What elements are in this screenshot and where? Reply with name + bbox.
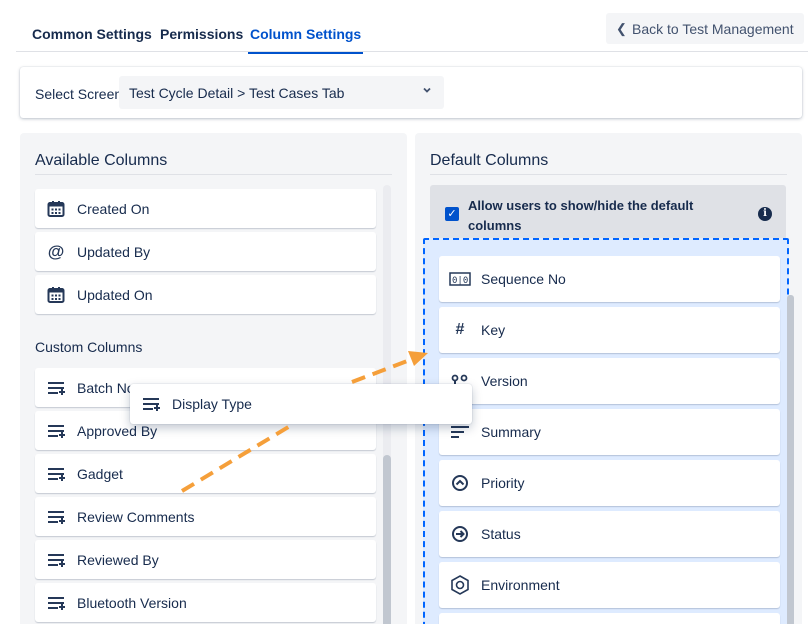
custom-item-label: Gadget	[77, 465, 123, 482]
calendar-icon	[35, 286, 77, 304]
dragging-item-display-type[interactable]: Display Type	[130, 384, 472, 424]
custom-item-label: Batch No	[77, 379, 135, 396]
priority-icon	[439, 474, 481, 492]
custom-columns-label: Custom Columns	[35, 339, 143, 355]
summary-icon	[439, 425, 481, 439]
at-icon: @	[47, 241, 65, 261]
allow-show-hide-checkbox[interactable]: ✓	[445, 207, 459, 221]
custom-item-gadget[interactable]: Gadget	[35, 454, 376, 493]
list-add-icon	[35, 552, 77, 568]
default-item-label: Version	[481, 373, 528, 389]
list-add-icon	[35, 595, 77, 611]
tab-permissions[interactable]: Permissions	[160, 26, 243, 42]
list-add-icon	[130, 396, 172, 412]
available-columns-title: Available Columns	[35, 152, 168, 169]
default-columns-drop-zone[interactable]: 0|0 Sequence No # Key Version Summary Pr…	[423, 238, 794, 624]
svg-text:0|0: 0|0	[452, 276, 468, 286]
available-item-label: Created On	[77, 200, 150, 217]
default-item-label: Priority	[481, 475, 525, 491]
available-item-updated-by[interactable]: @ Updated By	[35, 232, 376, 271]
available-item-created-on[interactable]: Created On	[35, 189, 376, 228]
default-item-version[interactable]: Version	[439, 358, 780, 404]
default-columns-title: Default Columns	[430, 152, 549, 169]
scrollbar-thumb[interactable]	[383, 455, 391, 624]
default-columns-panel: Default Columns ✓ Allow users to show/hi…	[415, 133, 802, 624]
dragging-item-label: Display Type	[172, 396, 252, 412]
available-item-label: Updated On	[77, 286, 153, 303]
default-item-label: Environment	[481, 577, 560, 593]
divider	[35, 174, 392, 175]
default-item-label: Status	[481, 526, 521, 542]
default-columns-scrollbar[interactable]	[787, 295, 794, 624]
default-item-key[interactable]: # Key	[439, 307, 780, 353]
default-item-status[interactable]: Status	[439, 511, 780, 557]
info-icon[interactable]: i	[758, 207, 772, 221]
available-item-updated-on[interactable]: Updated On	[35, 275, 376, 314]
calendar-icon	[35, 200, 77, 218]
list-add-icon	[35, 509, 77, 525]
tab-common-settings[interactable]: Common Settings	[32, 26, 152, 42]
custom-item-bluetooth-version[interactable]: Bluetooth Version	[35, 583, 376, 622]
status-icon	[439, 525, 481, 543]
list-add-icon	[35, 466, 77, 482]
select-screen-card: Select Screen Test Cycle Detail > Test C…	[20, 67, 802, 118]
list-add-icon	[35, 380, 77, 396]
back-button-label: Back to Test Management	[632, 20, 794, 37]
tab-column-settings[interactable]: Column Settings	[247, 26, 364, 54]
divider	[430, 174, 787, 175]
custom-item-label: Approved By	[77, 422, 158, 439]
default-item-priority[interactable]: Priority	[439, 460, 780, 506]
default-item-label: Summary	[481, 424, 541, 440]
column-settings-page: Common Settings Permissions Column Setti…	[0, 0, 808, 624]
custom-item-label: Bluetooth Version	[77, 594, 187, 611]
list-add-icon	[35, 423, 77, 439]
available-columns-panel: Available Columns Created On @ Updated B…	[20, 133, 407, 624]
allow-show-hide-label: Allow users to show/hide the default col…	[468, 198, 694, 233]
hash-icon: #	[455, 321, 465, 338]
allow-show-hide-option: ✓ Allow users to show/hide the default c…	[430, 185, 786, 240]
custom-item-label: Review Comments	[77, 508, 195, 525]
custom-item-review-comments[interactable]: Review Comments	[35, 497, 376, 536]
environment-icon	[439, 575, 481, 595]
select-screen-label: Select Screen	[35, 86, 123, 102]
default-item-label: Key	[481, 322, 506, 338]
default-item-label: Sequence No	[481, 271, 566, 287]
default-item-partial[interactable]	[439, 613, 780, 624]
default-item-summary[interactable]: Summary	[439, 409, 780, 455]
chevron-left-icon: ❮	[616, 20, 627, 36]
available-item-label: Updated By	[77, 243, 151, 260]
back-to-test-management-button[interactable]: ❮ Back to Test Management	[606, 13, 804, 44]
chevron-down-icon	[422, 84, 432, 98]
select-screen-dropdown[interactable]: Test Cycle Detail > Test Cases Tab	[119, 76, 444, 109]
custom-item-reviewed-by[interactable]: Reviewed By	[35, 540, 376, 579]
custom-item-label: Reviewed By	[77, 551, 159, 568]
select-screen-value: Test Cycle Detail > Test Cases Tab	[129, 85, 345, 101]
default-item-sequence-no[interactable]: 0|0 Sequence No	[439, 256, 780, 302]
sequence-icon: 0|0	[439, 272, 481, 286]
default-item-environment[interactable]: Environment	[439, 562, 780, 608]
